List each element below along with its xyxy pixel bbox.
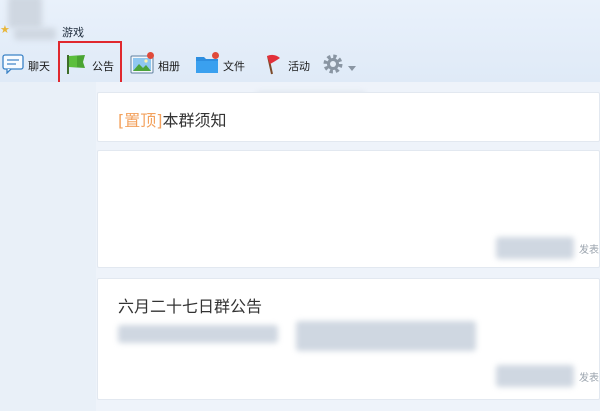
post-meta: 发表 [579,245,599,256]
chevron-down-icon [348,57,356,76]
tab-files[interactable]: 文件 [195,52,245,80]
blurred-content [118,325,278,343]
photo-album-icon [130,52,154,79]
announcement-card[interactable]: 发表 [97,150,600,268]
post-meta: 发表 [579,373,599,384]
pinned-announcement-card[interactable]: [置顶]本群须知 [97,92,600,142]
tab-album[interactable]: 相册 [130,52,180,80]
announcement-card[interactable]: 六月二十七日群公告 发表 [97,278,600,400]
blurred-author [496,365,574,387]
settings-menu-button[interactable] [321,52,356,80]
blurred-author [496,237,574,259]
gear-icon [321,52,345,80]
tab-chat-label: 聊天 [28,60,50,73]
chat-bubble-icon [2,54,24,78]
star-icon: ★ [0,23,10,36]
blurred-group-name [14,28,56,40]
pinned-title-line: [置顶]本群须知 [118,107,227,131]
group-header: ★ 游戏 聊天 公告 相册 文件 活动 [0,0,600,86]
pinned-tag: [置顶] [118,111,163,130]
left-panel [0,82,96,411]
blurred-content [296,321,476,351]
announcement-title: 六月二十七日群公告 [118,297,263,316]
announcement-feed: [置顶]本群须知 发表 六月二十七日群公告 发表 [96,82,600,411]
files-notification-dot [212,52,219,59]
annotation-highlight-box [58,41,122,86]
red-flag-icon [262,53,284,79]
album-notification-dot [147,52,154,59]
tab-activities-label: 活动 [288,60,310,73]
tab-activities[interactable]: 活动 [262,52,310,80]
folder-icon [195,52,219,79]
pinned-title: 本群须知 [162,111,227,130]
tab-chat[interactable]: 聊天 [2,52,50,80]
tab-album-label: 相册 [158,60,180,73]
group-avatar [8,0,42,28]
game-link[interactable]: 游戏 [62,26,84,40]
tab-files-label: 文件 [223,60,245,73]
